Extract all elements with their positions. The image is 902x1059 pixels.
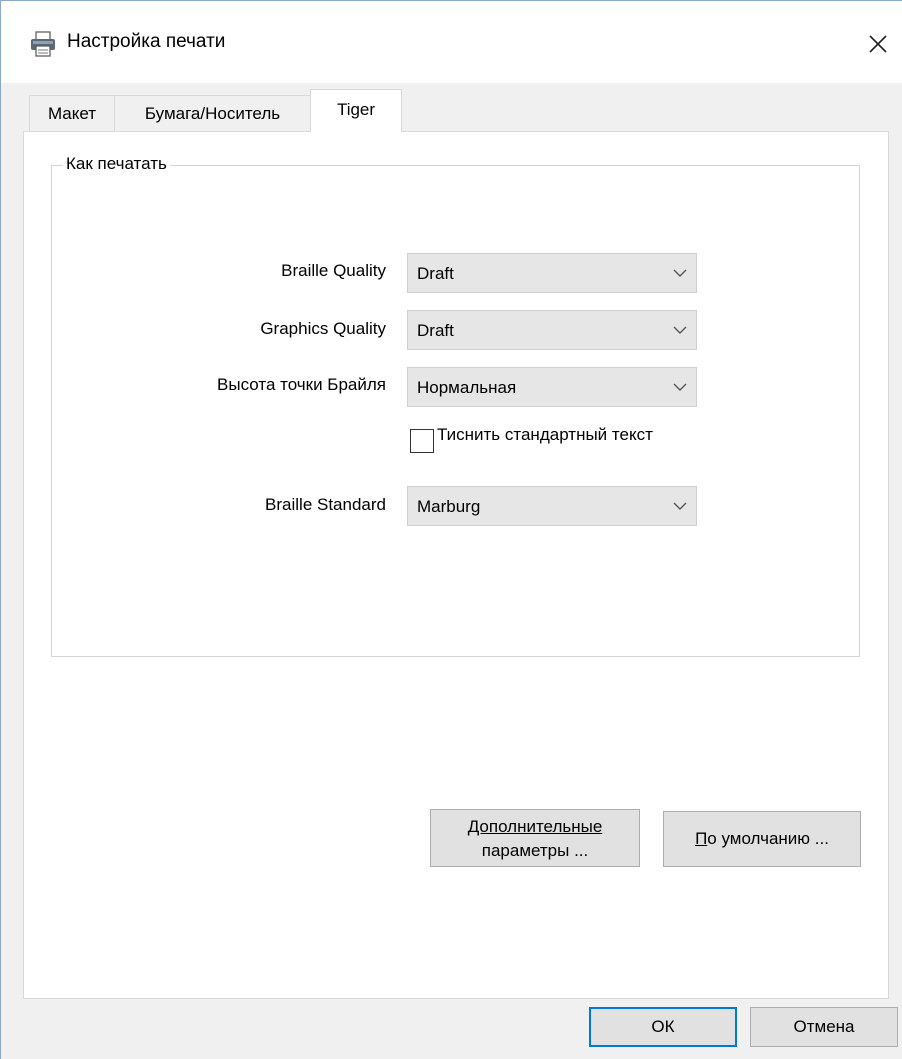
chevron-down-icon (673, 326, 687, 334)
advanced-options-label-line1: Дополнительные (431, 815, 639, 839)
graphics-quality-select[interactable]: Draft (407, 310, 697, 350)
advanced-options-label-text: Дополнительные (467, 817, 603, 836)
defaults-label: о умолчанию ... (707, 829, 829, 848)
braille-standard-label: Braille Standard (265, 495, 386, 514)
chevron-down-icon (673, 383, 687, 391)
tab-paper-media[interactable]: Бумага/Носитель (114, 95, 311, 131)
tab-layout[interactable]: Макет (29, 95, 115, 131)
how-to-print-group (51, 165, 860, 657)
chevron-down-icon (673, 269, 687, 277)
emboss-standard-text-checkbox[interactable] (410, 429, 434, 453)
dot-height-value: Нормальная (417, 378, 517, 397)
braille-quality-select[interactable]: Draft (407, 253, 697, 293)
dot-height-select[interactable]: Нормальная (407, 367, 697, 407)
braille-standard-select[interactable]: Marburg (407, 486, 697, 526)
close-button[interactable] (859, 25, 897, 63)
defaults-accelerator: П (695, 829, 708, 848)
title-bar: Настройка печати (1, 1, 902, 83)
print-settings-dialog: Настройка печати Макет Бумага/Носитель T… (0, 0, 902, 1059)
advanced-options-label-line2: параметры ... (481, 841, 589, 860)
tab-tiger[interactable]: Tiger (310, 89, 402, 132)
defaults-button[interactable]: По умолчанию ... (663, 811, 861, 867)
printer-icon (29, 31, 57, 57)
dot-height-label: Высота точки Брайля (217, 375, 386, 394)
advanced-options-button[interactable]: Дополнительные параметры ... (430, 809, 640, 867)
graphics-quality-label: Graphics Quality (260, 319, 386, 338)
braille-standard-value: Marburg (417, 497, 481, 516)
chevron-down-icon (673, 502, 687, 510)
braille-quality-value: Draft (417, 264, 454, 283)
emboss-standard-text-label[interactable]: Тиснить стандартный текст (437, 425, 697, 461)
close-icon (869, 35, 887, 53)
graphics-quality-value: Draft (417, 321, 454, 340)
braille-quality-label: Braille Quality (281, 261, 386, 280)
dialog-title: Настройка печати (67, 31, 226, 52)
ok-button[interactable]: ОК (589, 1007, 737, 1047)
cancel-button[interactable]: Отмена (750, 1007, 898, 1047)
group-title: Как печатать (63, 154, 170, 174)
